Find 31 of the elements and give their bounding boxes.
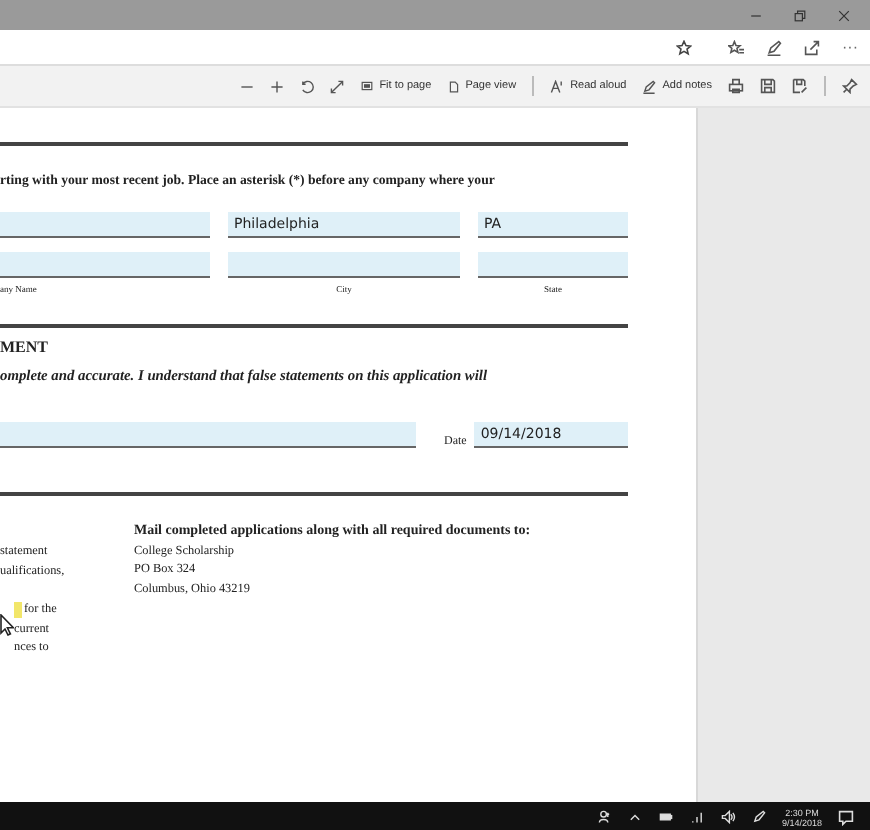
company-name-field[interactable] — [0, 212, 210, 238]
read-aloud-icon — [550, 79, 565, 93]
pin-icon[interactable] — [842, 78, 858, 94]
star-icon[interactable] — [676, 39, 692, 55]
close-icon[interactable] — [838, 9, 850, 21]
input-field[interactable] — [478, 252, 628, 278]
save-icon[interactable] — [760, 78, 776, 94]
input-field[interactable] — [0, 252, 210, 278]
pen-icon — [642, 79, 657, 93]
input-field[interactable] — [228, 252, 460, 278]
signal-icon[interactable] — [689, 810, 704, 824]
chevron-up-icon[interactable] — [627, 810, 642, 824]
rotate-icon[interactable] — [299, 79, 314, 93]
favorites-icon[interactable] — [728, 39, 744, 55]
page-icon — [447, 79, 460, 93]
more-menu[interactable]: ··· — [842, 38, 858, 56]
fullscreen-icon[interactable] — [329, 79, 344, 93]
section-heading: MENT — [0, 338, 50, 356]
zoom-in-icon[interactable] — [269, 79, 284, 93]
battery-icon[interactable] — [657, 810, 674, 824]
share-icon[interactable] — [804, 39, 820, 55]
pen-icon[interactable] — [766, 39, 782, 55]
signature-field[interactable] — [0, 422, 416, 448]
restore-icon[interactable] — [794, 9, 806, 21]
highlight-mark — [14, 601, 22, 618]
volume-icon[interactable] — [719, 810, 736, 824]
fit-page-icon — [359, 80, 374, 92]
people-icon[interactable] — [597, 810, 612, 824]
print-icon[interactable] — [728, 78, 744, 94]
notification-icon[interactable] — [838, 809, 854, 825]
save-as-icon[interactable] — [792, 78, 808, 94]
